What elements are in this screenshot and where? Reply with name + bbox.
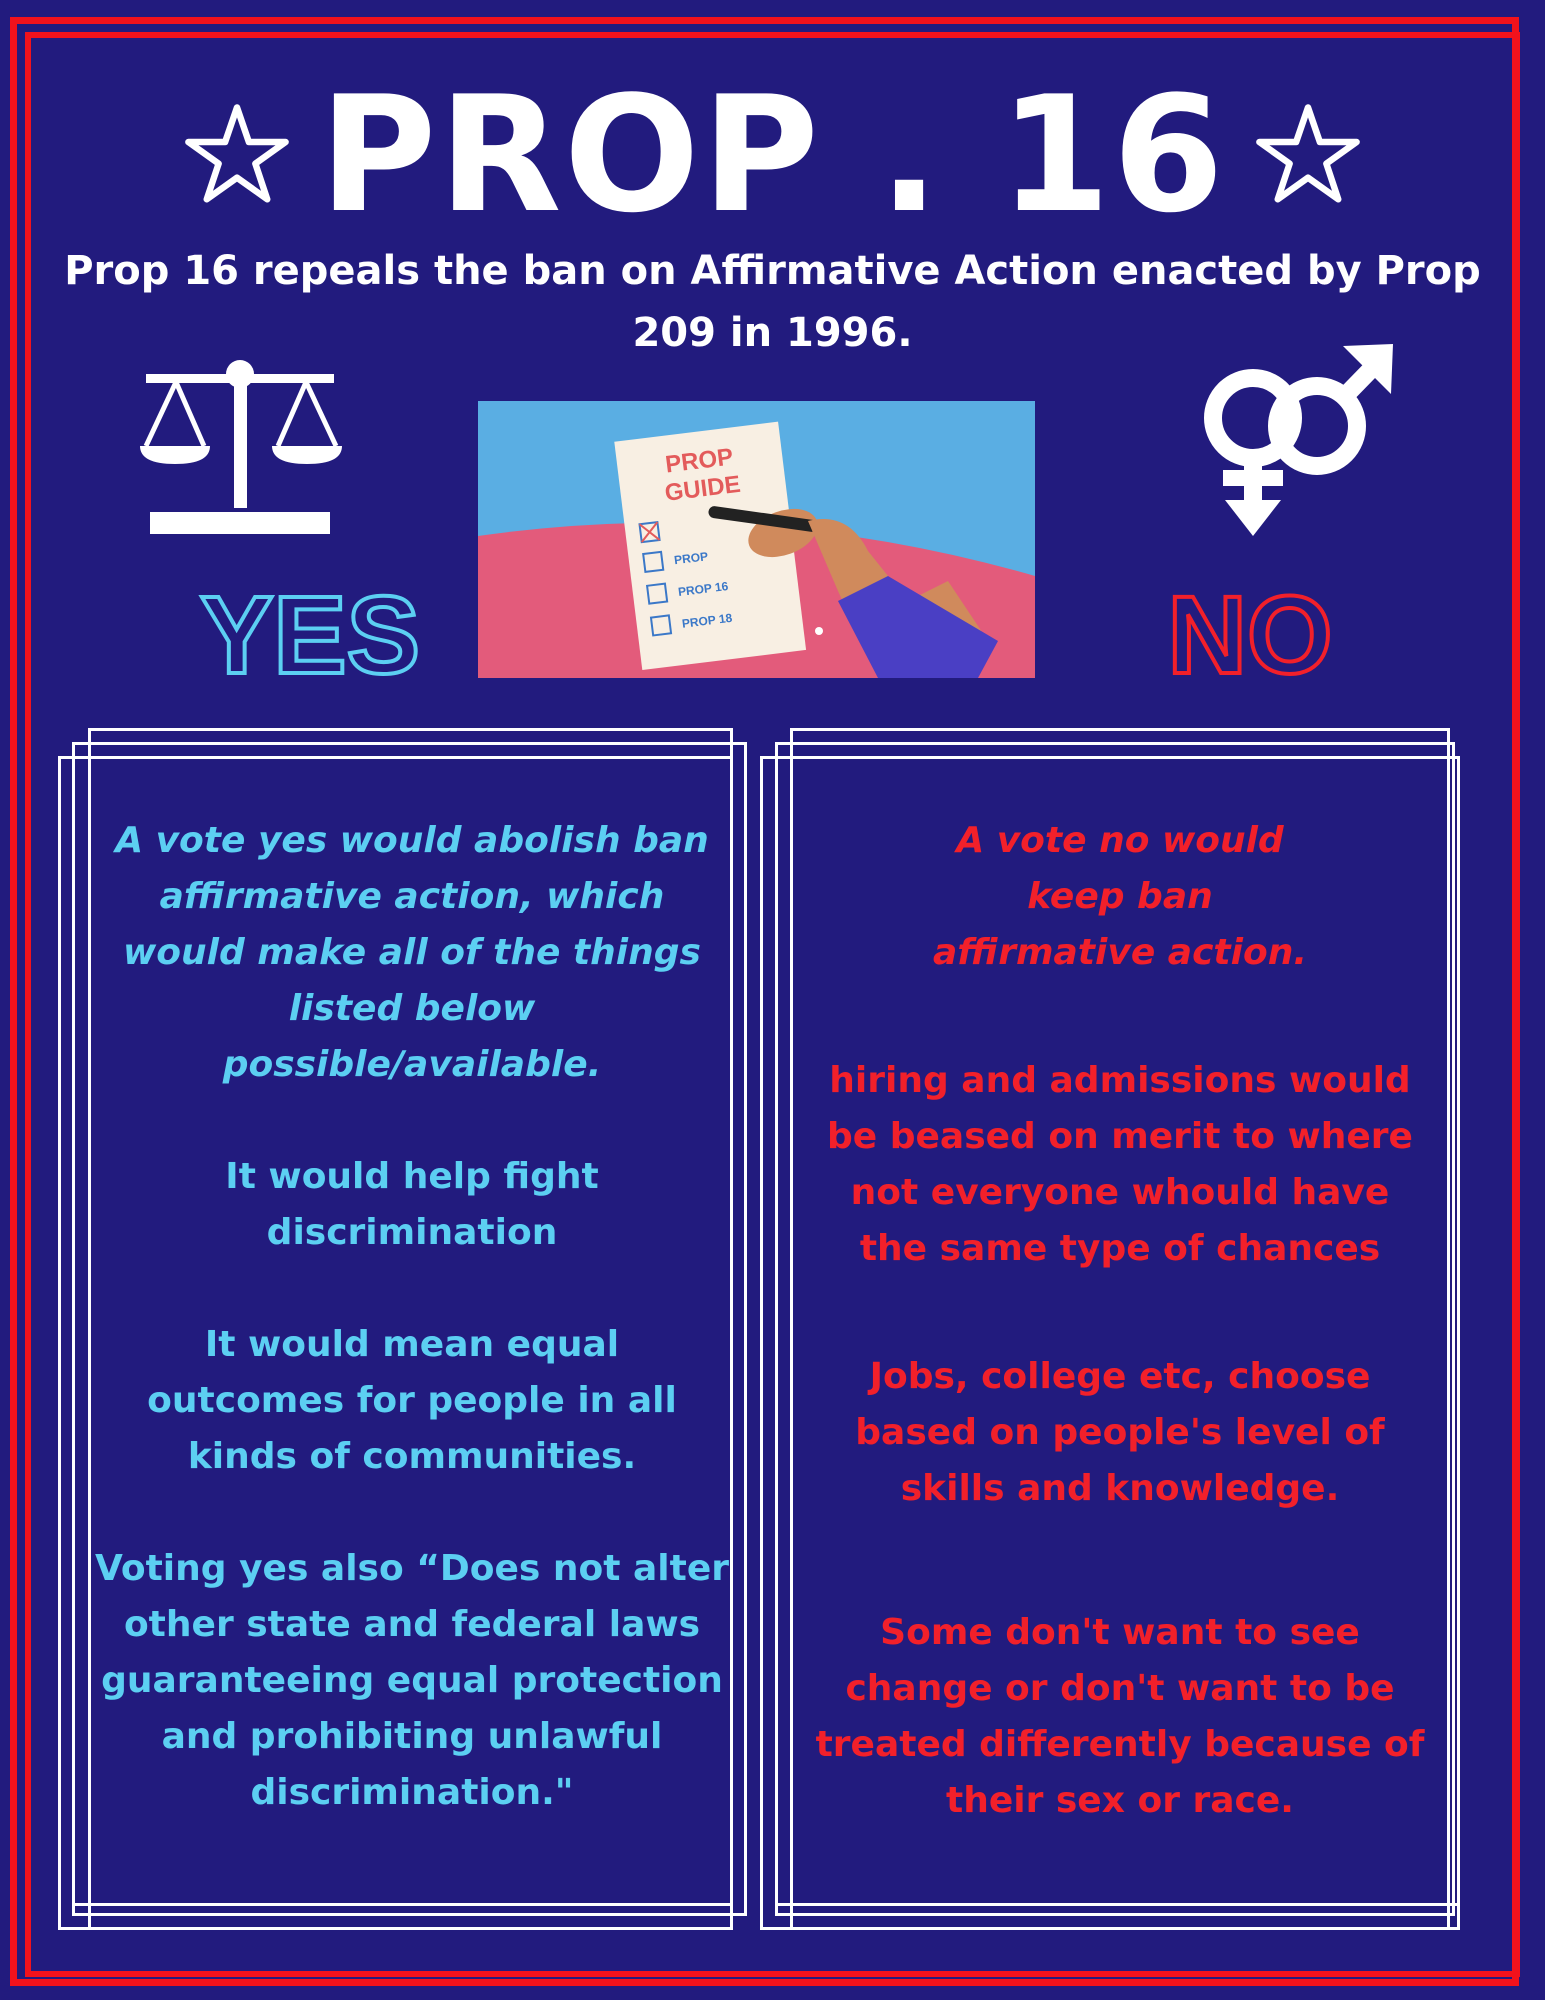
yes-point-3: Voting yes also “Does not alter other st… [94,1548,730,1813]
star-outline-icon [185,104,290,203]
prop-guide-illustration: PROP GUIDE PROP PROP 16 PROP 18 [478,401,1035,678]
title-row: PROP . 16 [0,61,1545,248]
yes-column: A vote yes would abolish ban affirmative… [92,813,732,1821]
gender-symbols-icon [1204,344,1393,536]
no-point-2: Jobs, college etc, choose based on peopl… [855,1356,1385,1509]
yes-point-1: It would help fight discrimination [225,1156,599,1253]
page-title: PROP . 16 [319,61,1226,248]
yes-label: YES [198,578,422,688]
yes-point-2: It would mean equal outcomes for people … [147,1324,677,1477]
scales-of-justice-icon [140,360,342,534]
no-label: NO [1166,578,1335,688]
no-label-text: NO [1168,578,1333,688]
no-intro: A vote no would keep ban affirmative act… [933,820,1307,973]
yes-label-text: YES [200,578,420,688]
star-outline-icon [1255,104,1360,203]
yes-intro: A vote yes would abolish ban affirmative… [115,820,709,1085]
no-point-3: Some don't want to see change or don't w… [815,1612,1425,1821]
no-column: A vote no would keep ban affirmative act… [810,813,1430,1829]
no-point-1: hiring and admissions would be beased on… [827,1060,1413,1269]
